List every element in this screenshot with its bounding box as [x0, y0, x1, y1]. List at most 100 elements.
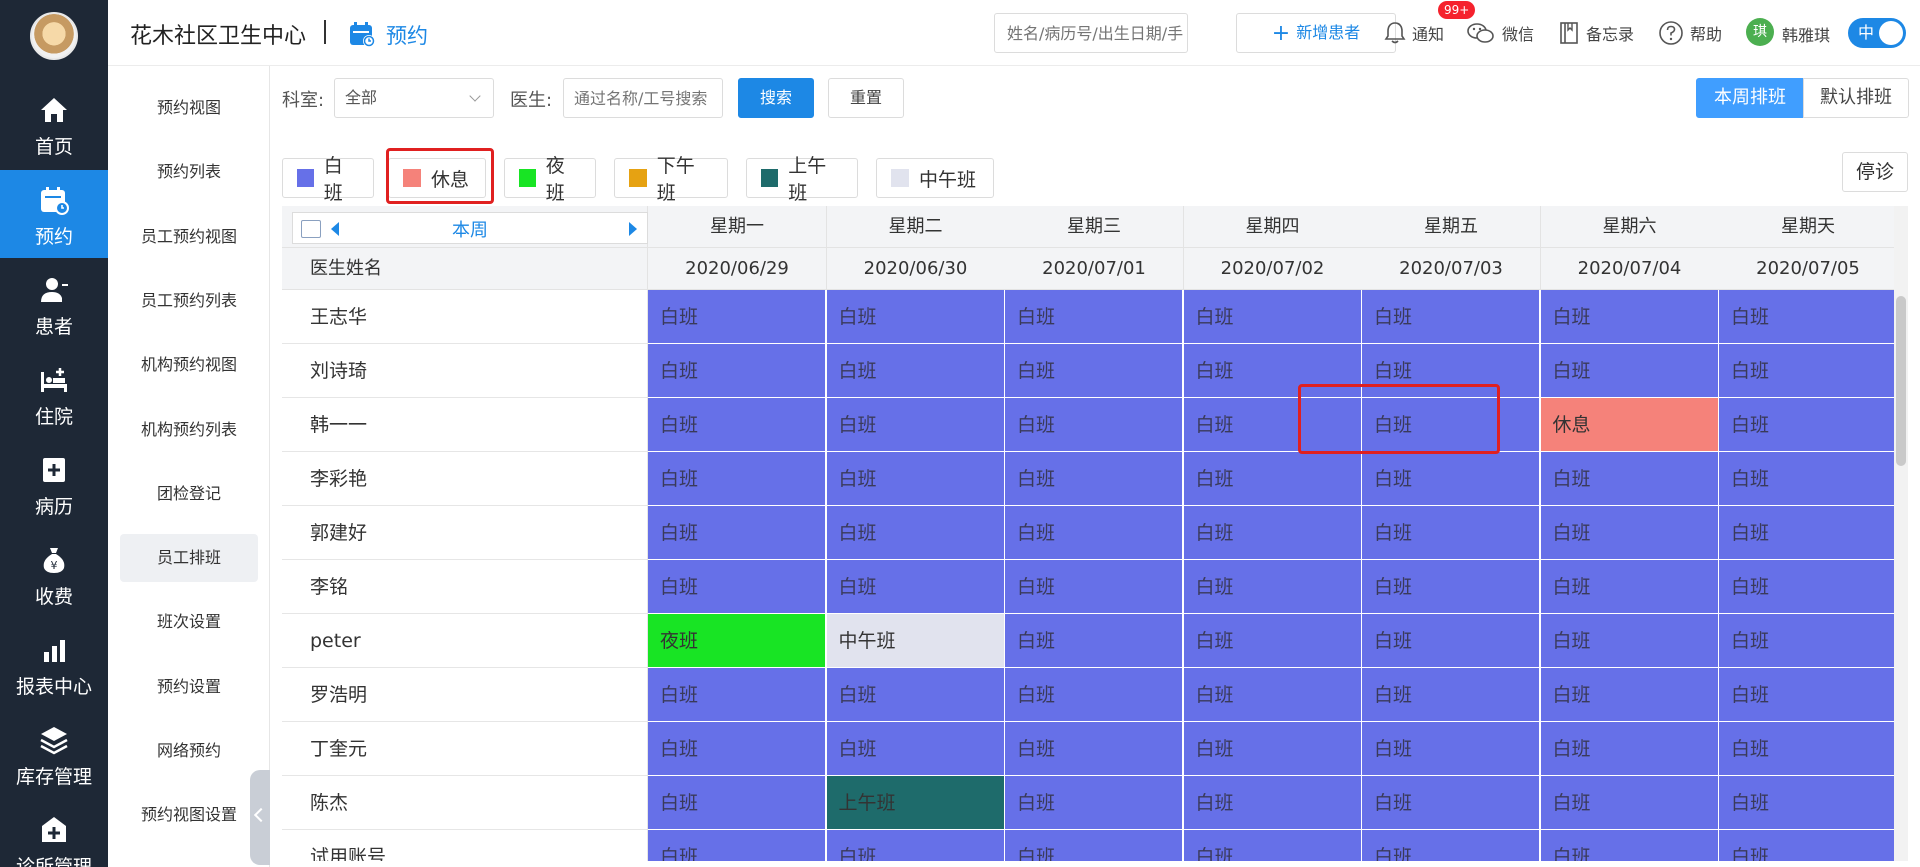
legend-item[interactable]: 上午班	[746, 155, 858, 204]
shift-cell[interactable]: 白班	[1183, 776, 1362, 830]
shift-cell[interactable]: 白班	[826, 290, 1005, 344]
default-schedule-tab[interactable]: 默认排班	[1803, 78, 1909, 118]
shift-cell[interactable]: 白班	[1183, 344, 1362, 398]
shift-cell[interactable]: 白班	[1540, 452, 1719, 506]
shift-cell[interactable]: 白班	[1719, 290, 1897, 344]
shift-cell[interactable]: 白班	[1362, 776, 1540, 830]
shift-cell[interactable]: 上午班	[826, 776, 1005, 830]
shift-cell[interactable]: 白班	[648, 344, 826, 398]
nav-item-4[interactable]: 病历	[0, 440, 108, 528]
shift-cell[interactable]: 白班	[1005, 398, 1183, 452]
subnav-item[interactable]: 机构预约视图	[120, 341, 258, 389]
shift-cell[interactable]: 白班	[1362, 290, 1540, 344]
shift-cell[interactable]: 白班	[1362, 398, 1540, 452]
nav-item-2[interactable]: 患者	[0, 260, 108, 348]
subnav-item[interactable]: 员工预约视图	[120, 213, 258, 261]
legend-item[interactable]: 中午班	[876, 158, 994, 198]
next-week-icon[interactable]	[629, 222, 637, 236]
search-button[interactable]: 搜索	[738, 78, 814, 118]
dept-select[interactable]: 全部	[334, 78, 494, 118]
shift-cell[interactable]: 白班	[1183, 506, 1362, 560]
shift-cell[interactable]: 白班	[1540, 506, 1719, 560]
nav-item-3[interactable]: 住院	[0, 350, 108, 438]
subnav-item[interactable]: 网络预约	[120, 727, 258, 775]
shift-cell[interactable]: 白班	[1005, 344, 1183, 398]
language-toggle[interactable]: 中	[1848, 18, 1906, 48]
shift-cell[interactable]: 白班	[1719, 668, 1897, 722]
scrollbar-thumb[interactable]	[1896, 296, 1906, 466]
shift-cell[interactable]: 白班	[826, 668, 1005, 722]
collapse-sidebar-button[interactable]	[250, 770, 270, 865]
shift-cell[interactable]: 白班	[1540, 290, 1719, 344]
user-avatar[interactable]: 琪	[1746, 18, 1774, 46]
shift-cell[interactable]: 白班	[1540, 722, 1719, 776]
shift-cell[interactable]: 白班	[1719, 398, 1897, 452]
shift-cell[interactable]: 白班	[648, 506, 826, 560]
shift-cell[interactable]: 白班	[1540, 668, 1719, 722]
shift-cell[interactable]: 白班	[1005, 776, 1183, 830]
subnav-item[interactable]: 预约视图设置	[120, 791, 258, 839]
shift-cell[interactable]: 白班	[1183, 560, 1362, 614]
reset-button[interactable]: 重置	[828, 78, 904, 118]
add-patient-button[interactable]: + 新增患者	[1236, 13, 1396, 53]
doctor-search-input[interactable]	[563, 78, 723, 118]
shift-cell[interactable]: 白班	[1362, 830, 1540, 861]
shift-cell[interactable]: 白班	[1362, 668, 1540, 722]
shift-cell[interactable]: 白班	[1005, 722, 1183, 776]
nav-item-0[interactable]: 首页	[0, 80, 108, 168]
shift-cell[interactable]: 白班	[648, 776, 826, 830]
shift-cell[interactable]: 白班	[1183, 614, 1362, 668]
legend-item[interactable]: 休息	[388, 158, 486, 198]
shift-cell[interactable]: 白班	[648, 452, 826, 506]
week-schedule-tab[interactable]: 本周排班	[1696, 78, 1804, 118]
shift-cell[interactable]: 白班	[826, 830, 1005, 861]
subnav-item[interactable]: 机构预约列表	[120, 406, 258, 454]
user-name[interactable]: 韩雅琪	[1782, 22, 1830, 46]
shift-cell[interactable]: 白班	[1183, 398, 1362, 452]
shift-cell[interactable]: 白班	[1005, 668, 1183, 722]
nav-item-6[interactable]: 报表中心	[0, 620, 108, 708]
shift-cell[interactable]: 白班	[1719, 560, 1897, 614]
shift-cell[interactable]: 白班	[648, 560, 826, 614]
shift-cell[interactable]: 白班	[1005, 614, 1183, 668]
shift-cell[interactable]: 白班	[648, 290, 826, 344]
nav-item-1[interactable]: 预约	[0, 170, 108, 258]
shift-cell[interactable]: 白班	[1005, 506, 1183, 560]
subnav-item[interactable]: 团检登记	[120, 470, 258, 518]
shift-cell[interactable]: 白班	[1540, 830, 1719, 861]
subnav-item[interactable]: 员工预约列表	[120, 277, 258, 325]
shift-cell[interactable]: 白班	[826, 452, 1005, 506]
shift-cell[interactable]: 白班	[1719, 830, 1897, 861]
shift-cell[interactable]: 白班	[1719, 452, 1897, 506]
memo-button[interactable]: 备忘录	[1558, 18, 1634, 48]
legend-item[interactable]: 白班	[282, 155, 374, 204]
shift-cell[interactable]: 白班	[648, 668, 826, 722]
shift-cell[interactable]: 白班	[826, 560, 1005, 614]
shift-cell[interactable]: 白班	[1183, 290, 1362, 344]
shift-cell[interactable]: 中午班	[826, 614, 1005, 668]
shift-cell[interactable]: 白班	[1183, 830, 1362, 861]
shift-cell[interactable]: 白班	[648, 398, 826, 452]
shift-cell[interactable]: 白班	[1719, 506, 1897, 560]
grid-scrollbar[interactable]	[1894, 206, 1908, 861]
shift-cell[interactable]: 白班	[826, 506, 1005, 560]
shift-cell[interactable]: 白班	[1362, 506, 1540, 560]
subnav-item[interactable]: 预约设置	[120, 663, 258, 711]
shift-cell[interactable]: 白班	[1540, 344, 1719, 398]
nav-item-5[interactable]: ¥ 收费	[0, 530, 108, 618]
shift-cell[interactable]: 白班	[1362, 722, 1540, 776]
shift-cell[interactable]: 白班	[1540, 614, 1719, 668]
help-button[interactable]: 帮助	[1658, 18, 1722, 48]
global-search-input[interactable]	[994, 13, 1188, 53]
subnav-item[interactable]: 班次设置	[120, 598, 258, 646]
shift-cell[interactable]: 白班	[1719, 722, 1897, 776]
shift-cell[interactable]: 白班	[1719, 776, 1897, 830]
shift-cell[interactable]: 白班	[1183, 668, 1362, 722]
shift-cell[interactable]: 白班	[1005, 560, 1183, 614]
shift-cell[interactable]: 白班	[1540, 560, 1719, 614]
shift-cell[interactable]: 白班	[1540, 776, 1719, 830]
shift-cell[interactable]: 白班	[1005, 830, 1183, 861]
subnav-item[interactable]: 预约列表	[120, 148, 258, 196]
shift-cell[interactable]: 夜班	[648, 614, 826, 668]
shift-cell[interactable]: 白班	[1362, 452, 1540, 506]
